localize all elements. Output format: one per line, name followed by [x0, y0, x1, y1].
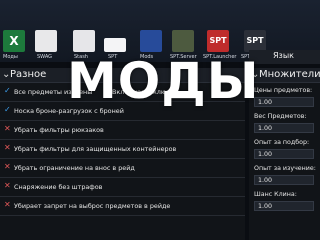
price-multiplier-input[interactable]: 1.00	[254, 97, 314, 107]
option-row[interactable]: ✕ Убрать фильтры рюкзаков	[0, 121, 245, 140]
cross-icon: ✕	[4, 200, 11, 209]
misc-panel-title: Разное	[10, 69, 47, 80]
pickup-xp-label: Опыт за подбор:	[254, 139, 310, 146]
overlay-title: МОДЫ	[67, 52, 260, 110]
multipliers-panel-title: Множители	[259, 69, 320, 80]
weight-multiplier-input[interactable]: 1.00	[254, 123, 314, 133]
examine-xp-input[interactable]: 1.00	[254, 175, 314, 185]
option-label: Убрать ограничение на внос в рейд	[14, 164, 135, 172]
jam-chance-label: Шанс Клина:	[254, 191, 297, 198]
cross-icon: ✕	[4, 181, 11, 190]
spt-launcher-icon[interactable]: SPT	[207, 30, 229, 52]
soldier-icon[interactable]	[172, 30, 194, 52]
checkmark-icon: ✓	[4, 86, 11, 95]
folder-icon-label: SWAG	[37, 54, 53, 60]
spt-icon[interactable]: SPT	[244, 30, 266, 52]
folder-icon[interactable]	[35, 30, 57, 52]
checkmark-icon: ✓	[4, 105, 11, 114]
weight-multiplier-label: Вес Предметов:	[254, 113, 307, 120]
excel-icon-label: Моды	[3, 54, 18, 60]
option-row[interactable]: ✕ Убрать ограничение на внос в рейд	[0, 159, 245, 178]
language-label: Язык	[273, 51, 294, 60]
cross-icon: ✕	[4, 162, 11, 171]
option-label: Убрать фильтры рюкзаков	[14, 126, 104, 134]
option-row[interactable]: ✕ Убрать фильтры для защищенных контейне…	[0, 140, 245, 159]
crystal-icon[interactable]	[140, 30, 162, 52]
cross-icon: ✕	[4, 143, 11, 152]
option-label: Убрать фильтры для защищенных контейнеро…	[14, 145, 177, 153]
option-row[interactable]: ✕ Снаряжение без штрафов	[0, 178, 245, 197]
option-label: Убирает запрет на выброс предметов в рей…	[14, 202, 171, 210]
jam-chance-input[interactable]: 1.00	[254, 201, 314, 211]
option-label: Снаряжение без штрафов	[14, 183, 103, 191]
price-multiplier-label: Цены предметов:	[254, 87, 313, 94]
examine-xp-label: Опыт за изучение:	[254, 165, 316, 172]
folder-icon-2[interactable]	[73, 30, 95, 52]
cross-icon: ✕	[4, 124, 11, 133]
pickup-xp-input[interactable]: 1.00	[254, 149, 314, 159]
excel-icon[interactable]: X	[3, 30, 25, 52]
document-icon[interactable]	[104, 38, 126, 52]
option-row[interactable]: ✕ Убирает запрет на выброс предметов в р…	[0, 197, 245, 216]
